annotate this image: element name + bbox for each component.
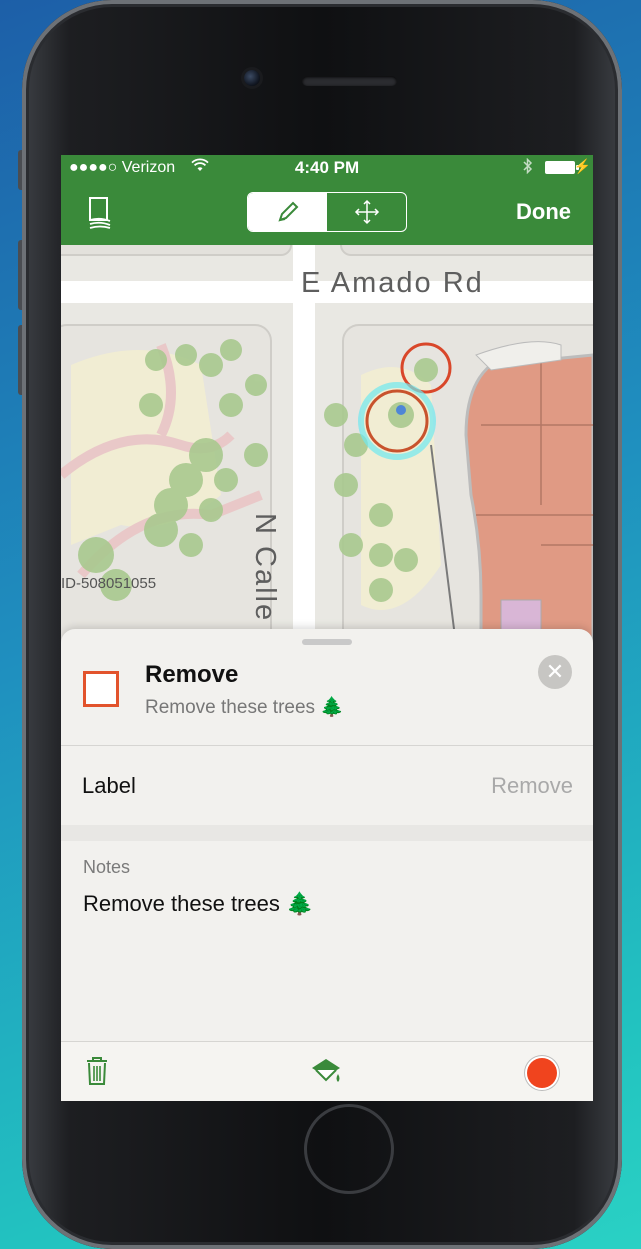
edit-mode-segmented-control <box>247 192 407 232</box>
basemap-book-icon[interactable] <box>87 195 113 229</box>
move-arrows-icon <box>354 199 379 225</box>
parcel-id-label: ID-508051055 <box>61 575 157 592</box>
done-button[interactable]: Done <box>516 199 571 225</box>
charging-bolt-icon: ⚡ <box>573 158 591 174</box>
earpiece-speaker <box>302 76 397 86</box>
feature-detail-sheet: Remove Remove these trees 🌲 ✕ Label Remo… <box>61 629 593 1101</box>
trash-icon[interactable] <box>85 1056 109 1091</box>
label-field-key: Label <box>82 773 136 798</box>
close-icon[interactable]: ✕ <box>538 655 572 689</box>
feature-title: Remove <box>145 661 239 688</box>
status-bar: ●●●●○ Verizon 4:40 PM ⚡ <box>61 155 593 181</box>
road-label-amado: E Amado Rd <box>301 267 484 299</box>
color-swatch-icon[interactable] <box>527 1058 557 1088</box>
feature-subtitle: Remove these trees 🌲 <box>145 697 344 718</box>
section-gap <box>61 825 593 841</box>
label-field-row[interactable]: Label Remove <box>61 745 593 825</box>
notes-body[interactable]: Remove these trees 🌲 <box>83 891 313 917</box>
bluetooth-icon <box>523 157 533 179</box>
map-view[interactable]: E Amado Rd N Calle ID-508051055 <box>61 245 593 645</box>
front-camera <box>244 70 260 86</box>
road-label-calle: N Calle <box>249 513 281 623</box>
feature-symbol-swatch <box>83 671 119 707</box>
segment-move[interactable] <box>327 193 406 231</box>
battery-charging-icon <box>545 161 579 174</box>
navigation-bar: Done <box>61 181 593 245</box>
paint-bucket-icon[interactable] <box>310 1056 344 1093</box>
home-button[interactable] <box>304 1104 394 1194</box>
bottom-toolbar <box>61 1041 593 1101</box>
status-time: 4:40 PM <box>294 158 360 177</box>
label-field-value[interactable]: Remove <box>491 773 573 799</box>
notes-title: Notes <box>83 857 131 877</box>
screen: ●●●●○ Verizon 4:40 PM ⚡ Done E Amado Rd … <box>61 155 593 1101</box>
segment-edit[interactable] <box>248 193 327 231</box>
sheet-drag-handle[interactable] <box>302 639 352 645</box>
pencil-icon <box>277 201 298 222</box>
